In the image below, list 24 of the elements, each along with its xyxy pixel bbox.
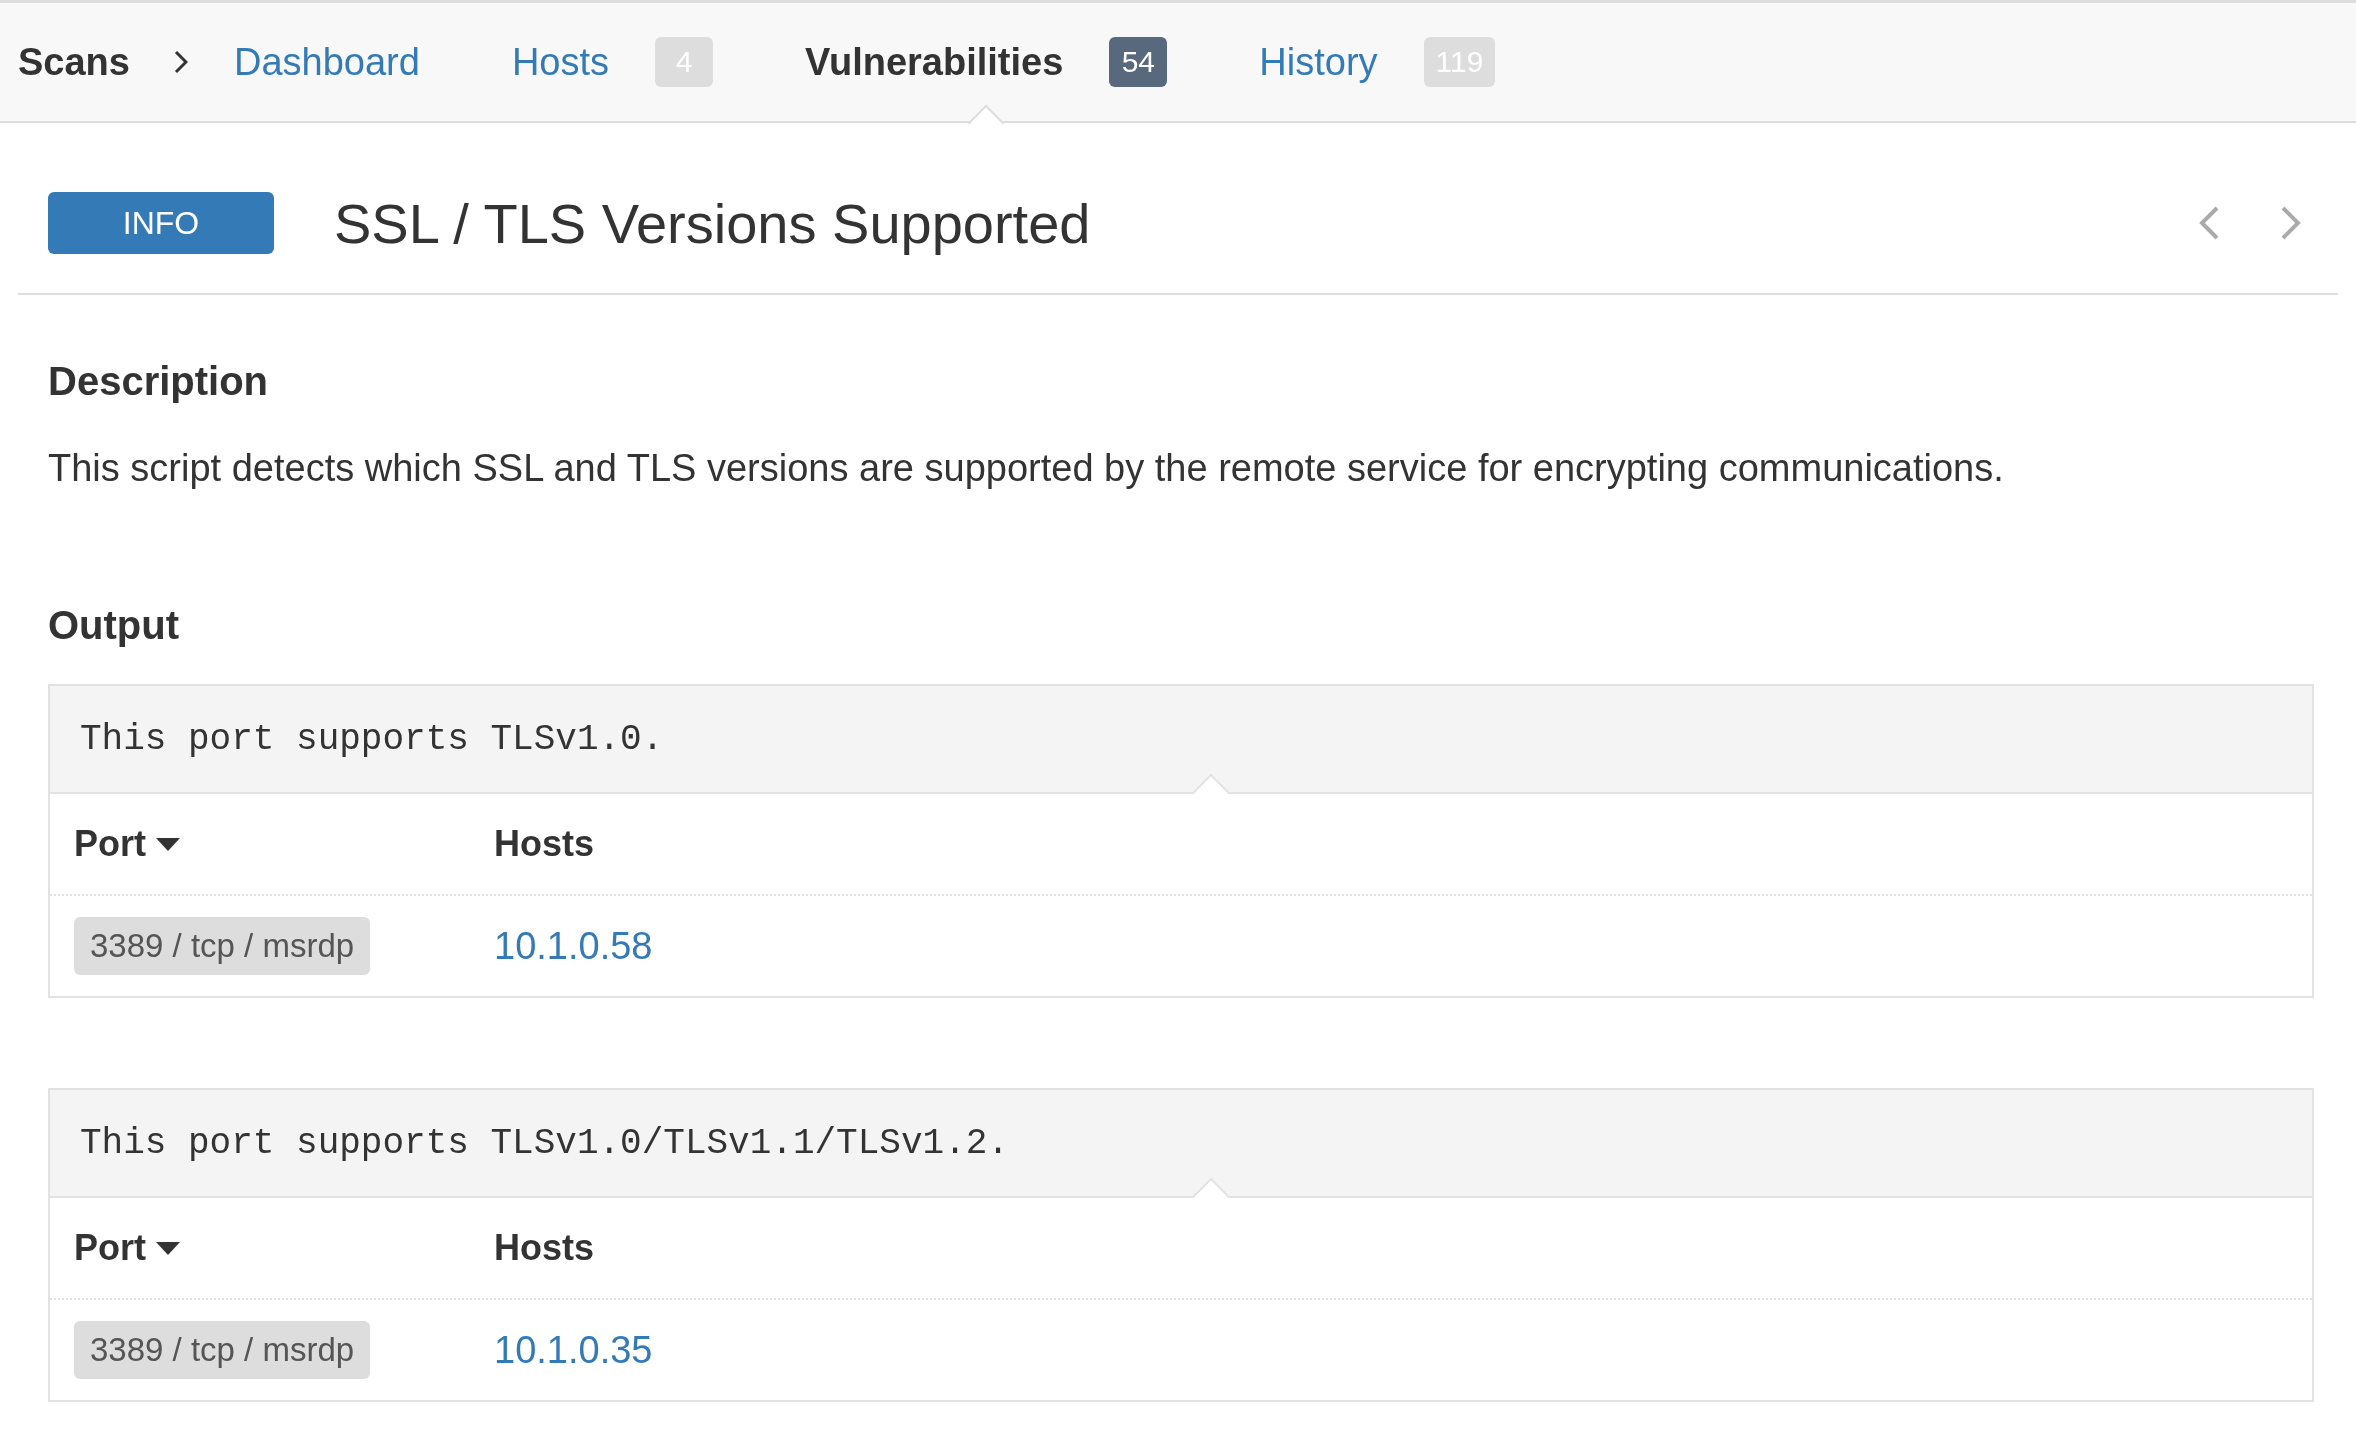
- host-link[interactable]: 10.1.0.35: [494, 1328, 2312, 1372]
- chevron-right-icon: [2280, 205, 2302, 241]
- chevron-left-icon: [2198, 205, 2220, 241]
- severity-badge: INFO: [48, 192, 274, 254]
- section-heading: Output: [48, 603, 181, 649]
- section-heading: Description: [48, 359, 270, 404]
- description-text: This script detects which SSL and TLS versions are supported by the remote service for encrypting communications.: [48, 446, 2005, 491]
- nav-tab[interactable]: Dashboard: [233, 3, 420, 121]
- column-header: Hosts: [494, 823, 596, 866]
- port-label: 3389 / tcp / msrdp: [74, 1321, 371, 1380]
- sort-down-icon: [156, 1241, 180, 1255]
- vulnerability-title: SSL / TLS Versions Supported: [334, 190, 1092, 256]
- sort-down-icon: [156, 837, 180, 851]
- output-text: This port supports TLSv1.0/TLSv1.1/TLSv1.2.: [80, 1122, 1009, 1164]
- port-label: 3389 / tcp / msrdp: [74, 917, 371, 976]
- column-header[interactable]: Port: [74, 1227, 494, 1270]
- nav-tab[interactable]: Vulnerabilities 54: [805, 3, 1168, 121]
- breadcrumb-root: Scans: [18, 40, 130, 84]
- host-link[interactable]: 10.1.0.58: [494, 924, 2312, 968]
- chevron-right-icon: [173, 50, 188, 74]
- count-badge: 54: [1109, 37, 1168, 87]
- column-header: Hosts: [494, 1227, 596, 1270]
- output-text: This port supports TLSv1.0.: [80, 718, 664, 760]
- column-header[interactable]: Port: [74, 823, 494, 866]
